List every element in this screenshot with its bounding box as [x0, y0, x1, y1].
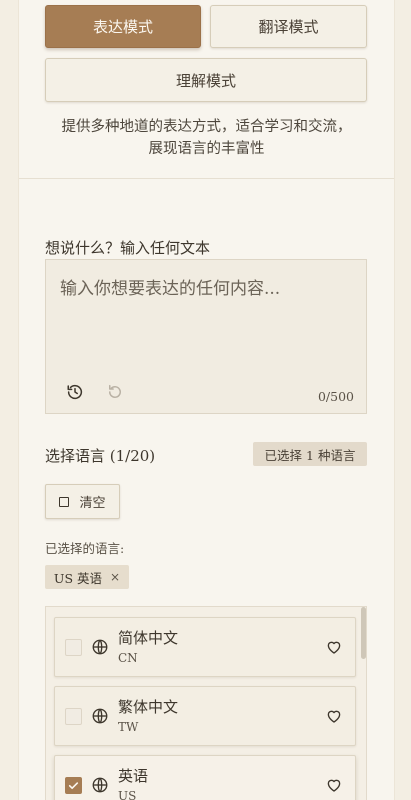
heart-icon[interactable] — [325, 638, 343, 656]
mode-description-line1: 提供多种地道的表达方式，适合学习和交流， — [61, 119, 352, 135]
main-panel: 表达模式 翻译模式 理解模式 提供多种地道的表达方式，适合学习和交流， 展现语言… — [18, 0, 395, 800]
heart-icon[interactable] — [325, 776, 343, 794]
check-icon — [68, 782, 79, 790]
selected-count-badge: 已选择 1 种语言 — [253, 442, 367, 466]
chip-remove-icon[interactable]: × — [110, 570, 120, 584]
language-section-label: 选择语言 (1/20) — [45, 447, 156, 465]
chip-label: US 英语 — [53, 570, 102, 586]
text-input-placeholder: 输入你想要表达的任何内容... — [60, 279, 281, 299]
globe-icon — [92, 639, 108, 655]
language-item-zh-tw[interactable]: 繁体中文 TW — [54, 686, 356, 746]
selected-languages-label: 已选择的语言: — [45, 541, 125, 556]
language-name: 繁体中文 — [118, 698, 179, 716]
mode-button-understanding[interactable]: 理解模式 — [45, 58, 367, 102]
language-item-en-us[interactable]: 英语 US — [54, 755, 356, 800]
clear-button-label: 清空 — [79, 496, 106, 511]
mode-description-line2: 展现语言的丰富性 — [148, 141, 265, 157]
globe-icon — [92, 708, 108, 724]
language-checkbox[interactable] — [65, 708, 82, 725]
language-code: TW — [118, 720, 139, 734]
language-checkbox[interactable] — [65, 777, 82, 794]
selected-language-chip: US 英语 × — [45, 565, 129, 589]
text-input[interactable]: 输入你想要表达的任何内容... 0/500 — [45, 259, 367, 414]
language-code: CN — [118, 651, 138, 665]
language-name: 英语 — [118, 767, 149, 785]
mode-button-expression[interactable]: 表达模式 — [45, 5, 201, 48]
undo-icon[interactable] — [106, 383, 124, 401]
char-counter: 0/500 — [317, 389, 354, 404]
language-list: 简体中文 CN 繁体中文 TW 英语 US — [45, 606, 367, 800]
history-icon[interactable] — [66, 383, 84, 401]
list-scrollbar[interactable] — [361, 607, 366, 659]
clear-button[interactable]: 清空 — [45, 484, 120, 519]
language-code: US — [118, 789, 137, 800]
input-label: 想说什么？输入任何文本 — [45, 239, 211, 257]
heart-icon[interactable] — [325, 707, 343, 725]
language-checkbox[interactable] — [65, 639, 82, 656]
section-divider — [19, 178, 394, 179]
language-item-zh-cn[interactable]: 简体中文 CN — [54, 617, 356, 677]
square-icon — [59, 496, 70, 507]
mode-button-translation[interactable]: 翻译模式 — [210, 5, 367, 48]
globe-icon — [92, 777, 108, 793]
language-name: 简体中文 — [118, 629, 179, 647]
